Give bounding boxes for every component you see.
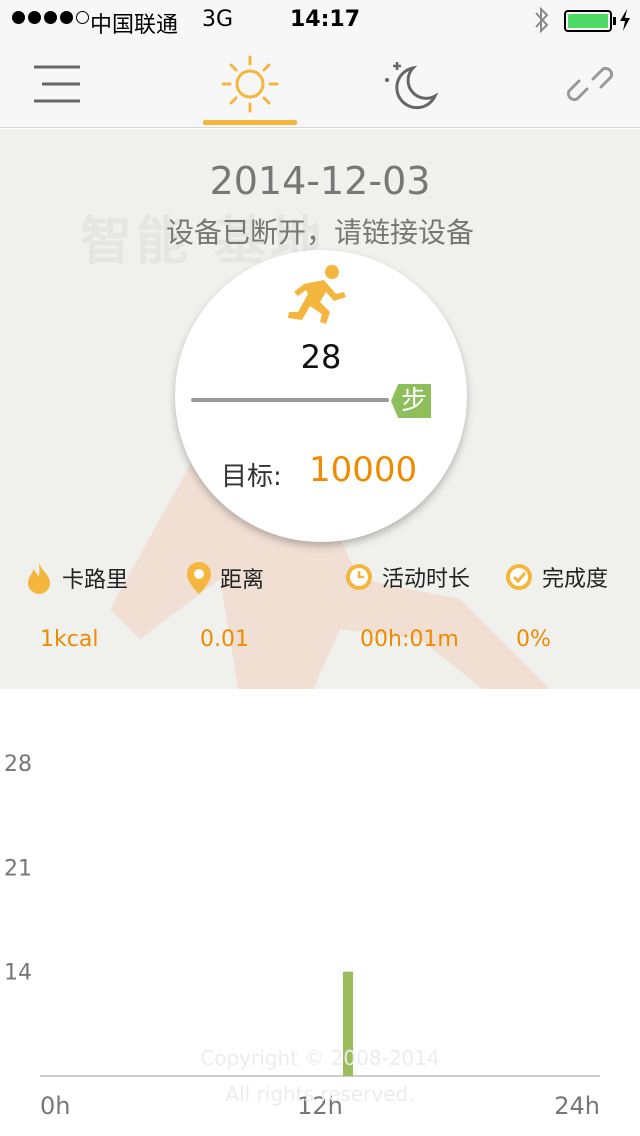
link-icon (566, 66, 614, 102)
connection-status-message: 设备已断开，请链接设备 (165, 216, 474, 249)
stat-calories: 卡路里 (24, 561, 128, 595)
charging-icon (618, 8, 632, 37)
device-link-button[interactable] (550, 40, 630, 128)
stat-label: 活动时长 (382, 567, 471, 592)
stat-completion: 完成度 (504, 561, 608, 593)
y-tick-label: 14 (4, 961, 32, 986)
stat-value-active-time: 00h:01m (360, 627, 459, 652)
stat-value-distance: 0.01 (200, 627, 249, 652)
status-time: 14:17 (290, 7, 361, 32)
flame-icon (28, 563, 50, 594)
stat-label: 距离 (220, 568, 265, 593)
bluetooth-icon (532, 6, 552, 40)
stat-distance: 距离 (186, 561, 264, 595)
check-circle-icon (506, 564, 532, 590)
menu-icon (34, 65, 80, 103)
y-tick-label: 21 (4, 856, 32, 881)
stat-value-calories: 1kcal (40, 627, 99, 652)
network-type: 3G (202, 7, 234, 32)
copyright-text: Copyright © 2008-2014 (200, 1046, 440, 1070)
tab-sleep[interactable] (366, 40, 456, 128)
status-bar: 中国联通 3G 14:17 (0, 0, 640, 40)
clock-icon (346, 564, 372, 590)
stat-value-completion: 0% (516, 627, 551, 652)
moon-icon (385, 62, 439, 110)
location-pin-icon (187, 562, 211, 594)
goal-label: 目标: (221, 462, 282, 492)
y-tick-label: 28 (4, 752, 32, 777)
sun-icon (221, 55, 279, 113)
stat-label: 完成度 (542, 567, 609, 592)
signal-strength-icon (12, 11, 89, 24)
rights-text: All rights reserved. (225, 1082, 415, 1106)
step-count-value: 28 (300, 338, 342, 376)
step-counter-circle: 28 步 目标: 10000 (175, 250, 467, 542)
menu-button[interactable] (22, 40, 92, 128)
top-nav-bar (0, 40, 640, 128)
carrier-name: 中国联通 (90, 13, 179, 38)
goal-value: 10000 (309, 450, 418, 490)
tab-activity[interactable] (200, 40, 300, 128)
battery-icon (564, 10, 616, 32)
summary-date: 2014-12-03 (209, 159, 431, 203)
activity-summary-panel: 智能 基地 2014-12-03 设备已断开，请链接设备 28 步 目标: 10… (0, 129, 640, 689)
stat-active-time: 活动时长 (344, 561, 470, 593)
step-progress-bar (191, 398, 389, 402)
stat-label: 卡路里 (62, 568, 129, 593)
active-tab-indicator (203, 120, 297, 125)
running-person-icon (288, 265, 346, 324)
step-unit-badge: 步 (391, 384, 431, 418)
